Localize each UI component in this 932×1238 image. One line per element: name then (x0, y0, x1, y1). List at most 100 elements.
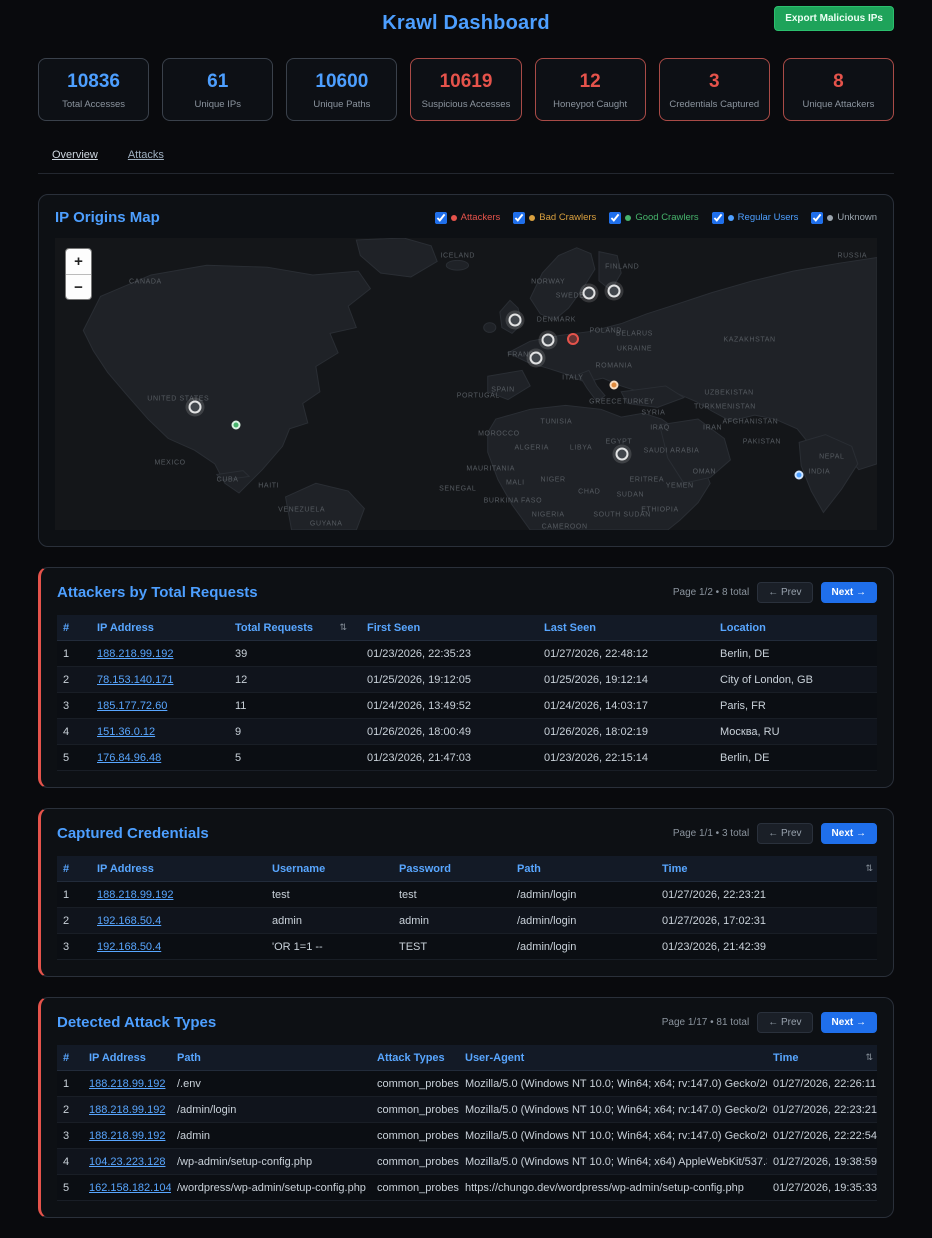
sort-icon[interactable]: ⇅ (339, 622, 347, 633)
zoom-out-button[interactable]: − (66, 274, 91, 299)
attack-types-prev-button[interactable]: ← Prev (757, 1012, 812, 1033)
legend-label: Attackers (461, 212, 501, 223)
map-country-label: CUBA (217, 477, 239, 484)
map-country-label: SAUDI ARABIA (644, 448, 700, 455)
map-marker[interactable] (188, 401, 201, 414)
stat-card: 10619 Suspicious Accesses (410, 58, 521, 121)
map-country-label: PAKISTAN (743, 439, 781, 446)
map-marker[interactable] (794, 470, 803, 479)
table-row: 1 188.218.99.192 39 01/23/2026, 22:35:23… (57, 641, 877, 667)
ip-link[interactable]: 176.84.96.48 (91, 752, 229, 764)
ip-link[interactable]: 192.168.50.4 (91, 915, 266, 927)
attack-types-cell: common_probes (371, 1130, 459, 1142)
stat-label: Unique IPs (167, 99, 268, 110)
row-index: 2 (57, 1104, 83, 1116)
stats-row: 10836 Total Accesses 61 Unique IPs 10600… (38, 58, 894, 121)
map-country-label: AFGHANISTAN (722, 418, 778, 425)
map-country-label: IRAQ (650, 424, 670, 431)
map-country-label: MEXICO (154, 459, 185, 466)
attack-types-title: Detected Attack Types (57, 1014, 216, 1031)
col-time: Time⇅ (767, 1052, 877, 1064)
legend-checkbox[interactable] (435, 212, 447, 224)
map-card: IP Origins Map Attackers Bad Crawlers (38, 194, 894, 547)
credentials-pager: Page 1/1 • 3 total ← Prev Next → (673, 823, 877, 844)
map-marker[interactable] (607, 284, 620, 297)
ip-link[interactable]: 188.218.99.192 (91, 648, 229, 660)
map-marker[interactable] (609, 381, 618, 390)
map-marker[interactable] (583, 287, 596, 300)
stat-card: 10836 Total Accesses (38, 58, 149, 121)
credentials-prev-button[interactable]: ← Prev (757, 823, 812, 844)
zoom-in-button[interactable]: + (66, 249, 91, 274)
ip-link[interactable]: 188.218.99.192 (83, 1078, 171, 1090)
user-agent-cell: Mozilla/5.0 (Windows NT 10.0; Win64; x64… (459, 1078, 767, 1090)
legend-checkbox[interactable] (712, 212, 724, 224)
world-map[interactable]: CANADA UNITED STATES MEXICO CUBA HAITI V… (55, 238, 877, 530)
ip-link[interactable]: 188.218.99.192 (83, 1130, 171, 1142)
tab-attacks[interactable]: Attacks (128, 149, 164, 161)
map-marker[interactable] (231, 420, 240, 429)
tabs: Overview Attacks (38, 149, 894, 174)
row-index: 2 (57, 674, 91, 686)
credentials-next-button[interactable]: Next → (821, 823, 877, 844)
time-cell: 01/27/2026, 22:23:21 (656, 889, 877, 901)
map-country-label: PORTUGAL (457, 392, 500, 399)
user-agent-cell: Mozilla/5.0 (Windows NT 10.0; Win64; x64… (459, 1130, 767, 1142)
ip-link[interactable]: 104.23.223.128 (83, 1156, 171, 1168)
table-row: 5 162.158.182.104 /wordpress/wp-admin/se… (57, 1175, 877, 1201)
sort-icon[interactable]: ⇅ (865, 863, 873, 874)
map-marker[interactable] (616, 448, 629, 461)
col-time: Time⇅ (656, 863, 877, 875)
ip-link[interactable]: 188.218.99.192 (91, 889, 266, 901)
attackers-prev-button[interactable]: ← Prev (757, 582, 812, 603)
ip-link[interactable]: 185.177.72.60 (91, 700, 229, 712)
attack-types-pager: Page 1/17 • 81 total ← Prev Next → (662, 1012, 877, 1033)
map-marker[interactable] (509, 313, 522, 326)
row-index: 1 (57, 889, 91, 901)
table-row: 3 185.177.72.60 11 01/24/2026, 13:49:52 … (57, 693, 877, 719)
map-country-label: CAMEROON (542, 524, 588, 530)
map-country-label: KAZAKHSTAN (724, 337, 776, 344)
ip-link[interactable]: 162.158.182.104 (83, 1182, 171, 1194)
legend-item[interactable]: Regular Users (712, 212, 799, 224)
ip-link[interactable]: 192.168.50.4 (91, 941, 266, 953)
map-country-label: INDIA (809, 468, 831, 475)
map-marker[interactable] (567, 333, 579, 345)
col-path: Path (171, 1052, 371, 1064)
attackers-next-button[interactable]: Next → (821, 582, 877, 603)
legend-item[interactable]: Bad Crawlers (513, 212, 596, 224)
map-country-label: UKRAINE (617, 345, 652, 352)
map-country-label: MOROCCO (478, 430, 520, 437)
legend-dot-icon (451, 215, 457, 221)
legend-checkbox[interactable] (513, 212, 525, 224)
col-last-seen: Last Seen (538, 622, 714, 634)
map-country-label: ICELAND (440, 252, 475, 259)
legend-item[interactable]: Good Crawlers (609, 212, 698, 224)
last-seen-cell: 01/25/2026, 19:12:14 (538, 674, 714, 686)
stat-value: 3 (664, 71, 765, 93)
legend-item[interactable]: Unknown (811, 212, 877, 224)
map-marker[interactable] (529, 351, 542, 364)
map-country-label: SUDAN (617, 491, 645, 498)
legend-item[interactable]: Attackers (435, 212, 501, 224)
attack-types-next-button[interactable]: Next → (821, 1012, 877, 1033)
sort-icon[interactable]: ⇅ (865, 1052, 873, 1063)
credentials-rows: 1 188.218.99.192 test test /admin/login … (57, 882, 877, 960)
attackers-title: Attackers by Total Requests (57, 584, 258, 601)
tab-overview[interactable]: Overview (52, 149, 98, 161)
last-seen-cell: 01/24/2026, 14:03:17 (538, 700, 714, 712)
credentials-card: Captured Credentials Page 1/1 • 3 total … (38, 808, 894, 977)
ip-link[interactable]: 78.153.140.171 (91, 674, 229, 686)
ip-link[interactable]: 188.218.99.192 (83, 1104, 171, 1116)
ip-link[interactable]: 151.36.0.12 (91, 726, 229, 738)
legend-checkbox[interactable] (811, 212, 823, 224)
username-cell: admin (266, 915, 393, 927)
attack-types-cell: common_probes (371, 1182, 459, 1194)
legend-checkbox[interactable] (609, 212, 621, 224)
path-cell: /admin/login (511, 889, 656, 901)
password-cell: TEST (393, 941, 511, 953)
map-marker[interactable] (542, 334, 555, 347)
map-country-label: ROMANIA (596, 363, 633, 370)
export-malicious-ips-button[interactable]: Export Malicious IPs (774, 6, 894, 31)
last-seen-cell: 01/27/2026, 22:48:12 (538, 648, 714, 660)
